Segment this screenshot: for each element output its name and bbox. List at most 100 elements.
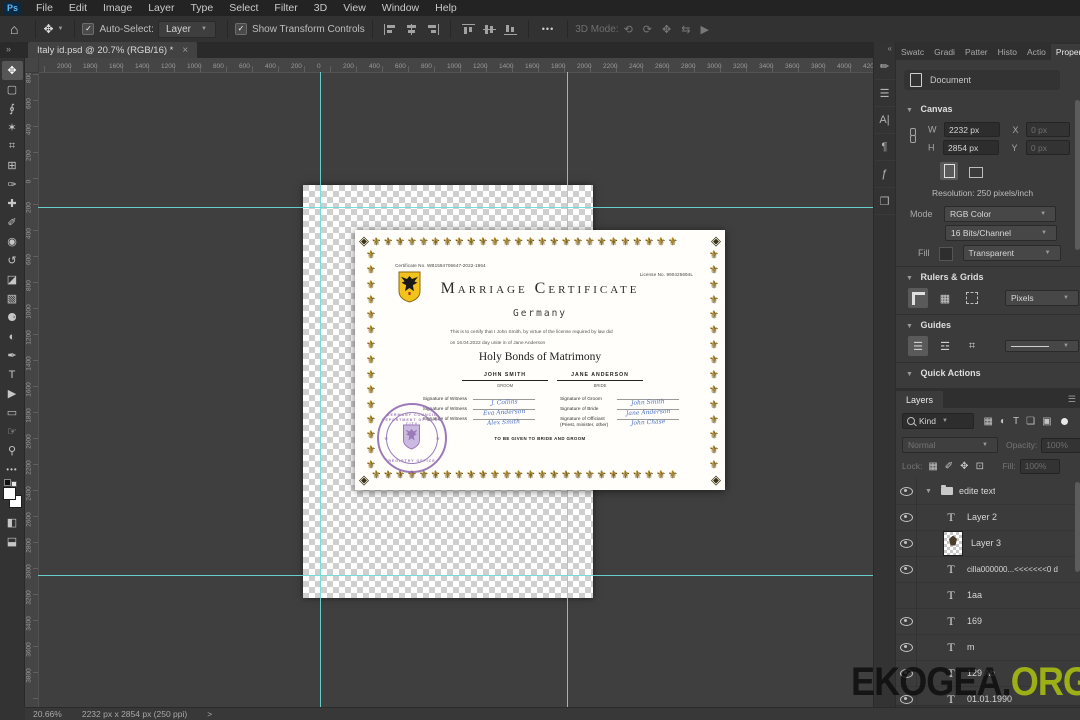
- more-align-options-icon[interactable]: •••: [542, 24, 554, 34]
- menu-file[interactable]: File: [28, 0, 61, 16]
- menu-type[interactable]: Type: [182, 0, 221, 16]
- document-tab[interactable]: Italy id.psd @ 20.7% (RGB/16) * ×: [28, 42, 197, 58]
- align-left-edges-icon[interactable]: [384, 24, 397, 35]
- lock-transparency-icon[interactable]: ▦: [928, 461, 937, 472]
- blend-mode-dropdown[interactable]: Normal ▼: [902, 437, 998, 453]
- tool-presets-panel-icon[interactable]: ☰: [875, 80, 895, 107]
- filter-shape-layers-icon[interactable]: ❏: [1026, 416, 1035, 427]
- home-icon[interactable]: ⌂: [10, 21, 18, 37]
- layer-row[interactable]: T1aa: [896, 582, 1080, 609]
- blur-tool[interactable]: ⚈: [2, 308, 23, 327]
- menu-filter[interactable]: Filter: [266, 0, 305, 16]
- shape-tool[interactable]: ▭: [2, 403, 23, 422]
- zoom-level[interactable]: 20.66%: [33, 709, 62, 719]
- ruler-horizontal[interactable]: 2000180016001400120010008006004002000200…: [38, 58, 873, 73]
- auto-select-checkbox[interactable]: ✓: [82, 23, 94, 35]
- brush-settings-panel-icon[interactable]: ✏: [875, 53, 895, 80]
- hand-tool[interactable]: ☞: [2, 422, 23, 441]
- layer-visibility-toggle[interactable]: [896, 530, 917, 556]
- chevron-down-icon[interactable]: ▼: [58, 26, 64, 32]
- x-field[interactable]: 0 px: [1026, 122, 1070, 137]
- quick-actions-section-header[interactable]: ▼ Quick Actions: [906, 368, 1080, 378]
- history-brush-tool[interactable]: ↺: [2, 251, 23, 270]
- edit-toolbar[interactable]: •••: [2, 460, 23, 479]
- menu-3d[interactable]: 3D: [306, 0, 335, 16]
- document-properties-button[interactable]: Document: [904, 70, 1060, 90]
- quick-selection-tool[interactable]: ✶: [2, 118, 23, 137]
- guides-toggle-button[interactable]: ☰: [908, 336, 928, 356]
- layer-fill-field[interactable]: 100%: [1020, 459, 1060, 474]
- align-horizontal-centers-icon[interactable]: [405, 24, 418, 35]
- clear-guides-button[interactable]: ⌗: [962, 336, 982, 356]
- panel-tab-gradi[interactable]: Gradi: [929, 44, 960, 60]
- align-right-edges-icon[interactable]: [426, 24, 439, 35]
- character-panel-icon[interactable]: A|: [875, 107, 895, 134]
- marquee-tool[interactable]: ▢: [2, 80, 23, 99]
- filter-smart-objects-icon[interactable]: ▣: [1042, 416, 1051, 427]
- path-selection-tool[interactable]: ▶: [2, 384, 23, 403]
- auto-select-target-dropdown[interactable]: Layer ▼: [158, 21, 216, 38]
- marriage-certificate-image[interactable]: ⚜⚜⚜⚜⚜⚜⚜⚜⚜⚜⚜⚜⚜⚜⚜⚜⚜⚜⚜⚜⚜⚜⚜⚜⚜⚜ ⚜⚜⚜⚜⚜⚜⚜⚜⚜⚜⚜⚜⚜…: [355, 230, 725, 490]
- gradient-tool[interactable]: ▧: [2, 289, 23, 308]
- guides-section-header[interactable]: ▼ Guides: [906, 320, 1080, 330]
- dodge-tool[interactable]: ◐: [2, 327, 23, 346]
- layer-row[interactable]: ▼edite text: [896, 478, 1080, 505]
- close-icon[interactable]: ×: [182, 45, 188, 56]
- move-tool-icon[interactable]: ✥: [43, 22, 53, 36]
- layer-filter-dropdown[interactable]: Kind ▼: [902, 413, 974, 429]
- canvas-area[interactable]: 2000180016001400120010008006004002000200…: [25, 58, 873, 707]
- layer-visibility-toggle[interactable]: [896, 504, 917, 530]
- ruler-vertical[interactable]: 8006004002000200400600800100012001400160…: [25, 72, 39, 707]
- align-bottom-edges-icon[interactable]: [504, 24, 517, 35]
- layer-visibility-toggle[interactable]: [896, 478, 917, 504]
- landscape-orientation-button[interactable]: [967, 164, 985, 182]
- layers-scrollbar[interactable]: [1075, 482, 1080, 572]
- layer-row[interactable]: T169: [896, 608, 1080, 635]
- fill-swatch[interactable]: [939, 247, 953, 261]
- show-transform-checkbox[interactable]: ✓: [235, 23, 247, 35]
- lock-paint-icon[interactable]: ✐: [945, 461, 953, 472]
- menu-image[interactable]: Image: [95, 0, 140, 16]
- align-vertical-centers-icon[interactable]: [483, 24, 496, 35]
- menu-edit[interactable]: Edit: [61, 0, 95, 16]
- expand-panels-icon[interactable]: «: [888, 44, 892, 53]
- guide-style-dropdown[interactable]: ▼: [1005, 340, 1079, 352]
- screen-mode-button[interactable]: ⬓: [2, 532, 23, 551]
- pen-tool[interactable]: ✒: [2, 346, 23, 365]
- width-field[interactable]: 2232 px: [944, 122, 1000, 137]
- guide-horizontal-1[interactable]: [38, 207, 873, 208]
- layer-row[interactable]: Tm: [896, 634, 1080, 661]
- layer-visibility-toggle[interactable]: [896, 608, 917, 634]
- layer-row[interactable]: Tcilla000000...<<<<<<<0 d: [896, 556, 1080, 583]
- frame-tool[interactable]: ⊞: [2, 156, 23, 175]
- healing-brush-tool[interactable]: ✚: [2, 194, 23, 213]
- eyedropper-tool[interactable]: ✑: [2, 175, 23, 194]
- zoom-tool[interactable]: ⚲: [2, 441, 23, 460]
- filter-type-layers-icon[interactable]: T: [1013, 416, 1019, 427]
- y-field[interactable]: 0 px: [1026, 140, 1070, 155]
- paragraph-panel-icon[interactable]: ¶: [875, 134, 895, 161]
- panel-tab-swatc[interactable]: Swatc: [896, 44, 929, 60]
- layers-tab[interactable]: Layers: [896, 391, 943, 408]
- link-dimensions-icon[interactable]: [910, 128, 916, 142]
- filter-toggle-icon[interactable]: [1061, 418, 1068, 425]
- quick-mask-mode-button[interactable]: ◧: [2, 513, 23, 532]
- portrait-orientation-button[interactable]: [940, 162, 958, 180]
- menu-view[interactable]: View: [335, 0, 374, 16]
- layer-row[interactable]: TLayer 2: [896, 504, 1080, 531]
- brush-tool[interactable]: ✐: [2, 213, 23, 232]
- crop-tool[interactable]: ⌗: [2, 137, 23, 156]
- ruler-units-dropdown[interactable]: Pixels ▼: [1005, 290, 1079, 306]
- menu-window[interactable]: Window: [374, 0, 427, 16]
- panel-tab-actio[interactable]: Actio: [1022, 44, 1051, 60]
- properties-scrollbar[interactable]: [1075, 100, 1080, 250]
- layer-visibility-toggle[interactable]: [896, 556, 917, 582]
- color-swatches[interactable]: [2, 483, 22, 513]
- menu-select[interactable]: Select: [221, 0, 266, 16]
- glyphs-panel-icon[interactable]: ƒ: [875, 161, 895, 188]
- clone-stamp-tool[interactable]: ◉: [2, 232, 23, 251]
- align-top-edges-icon[interactable]: [462, 24, 475, 35]
- layer-visibility-toggle[interactable]: [896, 634, 917, 660]
- lock-artboard-icon[interactable]: ⊡: [976, 461, 984, 472]
- status-chevron-icon[interactable]: >: [207, 709, 212, 719]
